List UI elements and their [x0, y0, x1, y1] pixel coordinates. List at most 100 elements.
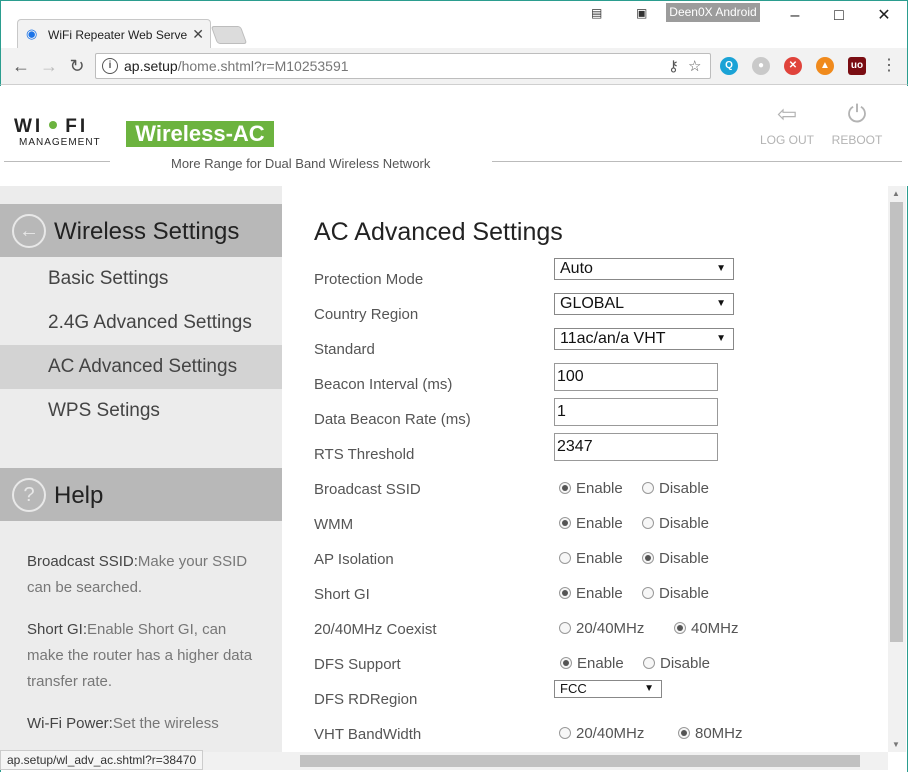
sidebar-item-wps-settings[interactable]: WPS Setings	[0, 389, 282, 433]
radio-dot[interactable]	[642, 482, 654, 494]
short-gi-row: Short GI Enable Disable	[314, 585, 874, 620]
coexist-40-radio[interactable]: 40MHz	[674, 619, 739, 639]
sidebar-item-basic-settings[interactable]: Basic Settings	[0, 257, 282, 301]
short-gi-enable-radio[interactable]: Enable	[559, 584, 623, 604]
forward-button[interactable]: →	[37, 54, 61, 78]
standard-select[interactable]: 11ac/an/a VHT ▼	[554, 328, 734, 350]
back-button[interactable]: ←	[9, 54, 33, 78]
coexist-2040-radio[interactable]: 20/40MHz	[559, 619, 644, 639]
broadcast-ssid-disable-radio[interactable]: Disable	[642, 479, 709, 499]
broadcast-ssid-enable-radio[interactable]: Enable	[559, 479, 623, 499]
logo-dot	[49, 121, 58, 130]
vht-2040-radio[interactable]: 20/40MHz	[559, 724, 644, 744]
extension-q-icon[interactable]: Q	[720, 57, 738, 75]
ap-isolation-row: AP Isolation Enable Disable	[314, 550, 874, 585]
radio-dot[interactable]	[642, 587, 654, 599]
extension-fire-icon[interactable]: ▲	[816, 57, 834, 75]
profile-badge[interactable]: Deen0X Android	[666, 3, 760, 22]
sidebar-item-ac-advanced[interactable]: AC Advanced Settings	[0, 345, 282, 389]
radio-dot[interactable]	[642, 552, 654, 564]
extension-globe-icon[interactable]: ●	[752, 57, 770, 75]
dropdown-arrow-icon: ▼	[716, 298, 726, 309]
sidebar-item-24g-advanced[interactable]: 2.4G Advanced Settings	[0, 301, 282, 345]
url-host: ap.setup	[124, 58, 178, 74]
ap-isolation-disable-radio[interactable]: Disable	[642, 549, 709, 569]
short-gi-disable-radio[interactable]: Disable	[642, 584, 709, 604]
dfs-support-enable-radio[interactable]: Enable	[560, 654, 624, 674]
radio-dot[interactable]	[674, 622, 686, 634]
cast-icon[interactable]: ▤	[591, 6, 602, 20]
beacon-interval-input[interactable]: 100	[554, 363, 718, 391]
tab-title: WiFi Repeater Web Serve	[48, 28, 188, 42]
header-divider-left	[4, 161, 110, 162]
page-header: WI FI MANAGEMENT Wireless-AC More Range f…	[0, 86, 908, 186]
scroll-up-icon[interactable]: ▲	[892, 189, 900, 198]
extension-red-icon[interactable]: ✕	[784, 57, 802, 75]
radio-label: 20/40MHz	[576, 725, 645, 742]
wifi-logo: WI FI	[14, 116, 88, 138]
help-term: Wi-Fi Power:	[27, 715, 113, 732]
minimize-button[interactable]: –	[773, 3, 817, 29]
radio-label: Enable	[576, 585, 623, 602]
country-region-value: GLOBAL	[560, 295, 625, 312]
dfs-rdregion-label: DFS RDRegion	[314, 691, 418, 708]
short-gi-label: Short GI	[314, 586, 370, 603]
close-window-button[interactable]: ✕	[862, 3, 906, 29]
browser-titlebar: ◉ WiFi Repeater Web Serve ✕ ▤ ▣ Deen0X A…	[0, 0, 908, 49]
wmm-enable-radio[interactable]: Enable	[559, 514, 623, 534]
url-text: ap.setup/home.shtml?r=M10253591	[124, 58, 349, 74]
tab-close-icon[interactable]: ✕	[192, 26, 204, 43]
dfs-support-disable-radio[interactable]: Disable	[643, 654, 710, 674]
radio-dot[interactable]	[560, 657, 572, 669]
info-icon[interactable]: i	[102, 58, 118, 74]
dfs-rdregion-value: FCC	[560, 681, 587, 696]
radio-label: Enable	[577, 655, 624, 672]
country-region-select[interactable]: GLOBAL ▼	[554, 293, 734, 315]
radio-label: 40MHz	[691, 620, 739, 637]
wmm-disable-radio[interactable]: Disable	[642, 514, 709, 534]
ap-isolation-enable-radio[interactable]: Enable	[559, 549, 623, 569]
help-term: Short GI:	[27, 621, 88, 638]
radio-dot[interactable]	[678, 727, 690, 739]
back-arrow-icon[interactable]: ←	[12, 214, 46, 248]
radio-label: 80MHz	[695, 725, 743, 742]
key-icon[interactable]: ⚷	[668, 57, 679, 75]
reload-button[interactable]: ↻	[65, 54, 89, 78]
scroll-down-icon[interactable]: ▼	[892, 740, 900, 749]
help-header: ? Help	[0, 468, 282, 521]
wireless-settings-header[interactable]: ← Wireless Settings	[0, 204, 282, 257]
browser-tab[interactable]: ◉ WiFi Repeater Web Serve ✕	[17, 19, 211, 49]
ublock-icon[interactable]: uo	[848, 57, 866, 75]
radio-dot[interactable]	[559, 727, 571, 739]
scrollbar-thumb[interactable]	[890, 202, 903, 642]
address-bar[interactable]: i ap.setup/home.shtml?r=M10253591 ⚷ ☆	[95, 53, 711, 79]
radio-dot[interactable]	[643, 657, 655, 669]
browser-menu-icon[interactable]: ⋮	[877, 54, 901, 78]
data-beacon-rate-label: Data Beacon Rate (ms)	[314, 411, 471, 428]
scrollbar-thumb[interactable]	[300, 755, 860, 767]
dfs-rdregion-select[interactable]: FCC ▼	[554, 680, 662, 698]
help-term: Broadcast SSID:	[27, 553, 138, 570]
coexist-label: 20/40MHz Coexist	[314, 621, 437, 638]
new-tab-button[interactable]	[210, 26, 248, 44]
rts-threshold-input[interactable]: 2347	[554, 433, 718, 461]
radio-label: Enable	[576, 480, 623, 497]
maximize-button[interactable]: □	[817, 3, 861, 29]
data-beacon-rate-input[interactable]: 1	[554, 398, 718, 426]
vertical-scrollbar[interactable]: ▲ ▼	[888, 186, 906, 752]
radio-dot[interactable]	[559, 587, 571, 599]
broadcast-ssid-row: Broadcast SSID Enable Disable	[314, 480, 874, 515]
protection-mode-select[interactable]: Auto ▼	[554, 258, 734, 280]
reboot-button[interactable]: ⏻ REBOOT	[827, 100, 887, 147]
radio-dot[interactable]	[559, 622, 571, 634]
radio-dot[interactable]	[559, 482, 571, 494]
radio-label: Enable	[576, 515, 623, 532]
logout-button[interactable]: ⇦ LOG OUT	[757, 100, 817, 147]
radio-dot[interactable]	[642, 517, 654, 529]
vht-80-radio[interactable]: 80MHz	[678, 724, 743, 744]
bookmark-star-icon[interactable]: ☆	[688, 57, 701, 75]
screenshot-icon[interactable]: ▣	[636, 6, 647, 20]
radio-dot[interactable]	[559, 517, 571, 529]
wmm-label: WMM	[314, 516, 354, 533]
radio-dot[interactable]	[559, 552, 571, 564]
